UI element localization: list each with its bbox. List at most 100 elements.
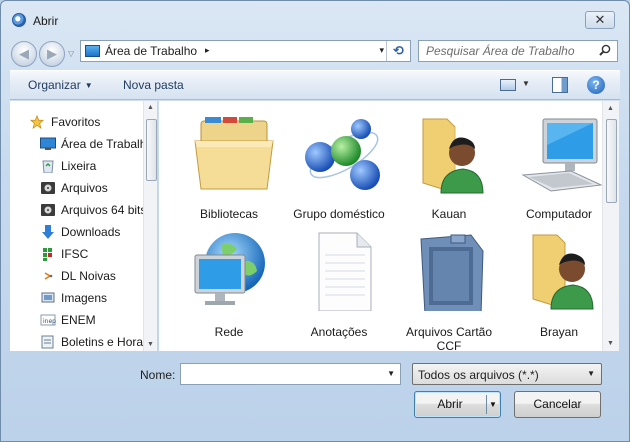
sidebar-item-downloads[interactable]: Downloads bbox=[10, 221, 144, 243]
sidebar-item-label: Favoritos bbox=[51, 115, 101, 129]
back-arrow-icon: ◀ bbox=[19, 46, 29, 61]
star-icon bbox=[29, 115, 45, 129]
sidebar-item-arquivos-64-bits[interactable]: Arquivos 64 bits bbox=[10, 199, 144, 221]
search-input[interactable]: Pesquisar Área de Trabalho bbox=[418, 40, 618, 62]
sidebar-item-label: Lixeira bbox=[61, 159, 97, 173]
file-item-label: Arquivos Cartão CCF bbox=[405, 325, 493, 351]
new-folder-button[interactable]: Nova pasta bbox=[123, 78, 184, 92]
file-name-dropdown-icon[interactable]: ▼ bbox=[387, 369, 395, 378]
drive-icon bbox=[41, 182, 55, 194]
help-icon[interactable]: ? bbox=[587, 76, 605, 94]
file-item-arquivos-cartao-ccf[interactable]: Arquivos Cartão CCF bbox=[394, 231, 504, 351]
sidebar-item-label: Downloads bbox=[61, 225, 121, 239]
sidebar-item-label: Imagens bbox=[61, 291, 108, 305]
refresh-icon: ⟲ bbox=[393, 43, 404, 58]
file-name-input[interactable]: ▼ bbox=[180, 363, 401, 385]
file-item-label: Bibliotecas bbox=[199, 207, 259, 221]
file-item-anotacoes[interactable]: Anotações bbox=[284, 231, 394, 346]
forward-arrow-icon: ▶ bbox=[47, 46, 57, 61]
sidebar-item-label: DL Noivas bbox=[61, 269, 116, 283]
preview-pane-icon[interactable] bbox=[552, 77, 568, 93]
cancel-button[interactable]: Cancelar bbox=[514, 391, 601, 418]
navigation-scrollbar[interactable]: ▲ ▼ bbox=[143, 101, 157, 351]
address-bar[interactable]: Área de Trabalho ▸ ▾ ⟲ bbox=[80, 40, 411, 62]
organize-arrow-icon: ▼ bbox=[84, 81, 93, 90]
drive-icon bbox=[41, 204, 55, 216]
forward-button[interactable]: ▶ bbox=[39, 41, 65, 67]
sidebar-item-enem[interactable]: inep ENEM bbox=[10, 309, 144, 331]
file-item-label: Anotações bbox=[310, 325, 368, 339]
search-placeholder: Pesquisar Área de Trabalho bbox=[426, 44, 575, 58]
scrollbar-thumb[interactable] bbox=[146, 119, 157, 181]
file-item-brayan[interactable]: Brayan bbox=[504, 231, 614, 346]
search-icon[interactable] bbox=[599, 44, 611, 56]
sidebar-item-label: Área de Trabalho bbox=[61, 137, 144, 151]
change-view-icon[interactable] bbox=[500, 79, 516, 91]
shortcut-icon bbox=[44, 272, 53, 280]
sidebar-item-imagens[interactable]: Imagens bbox=[10, 287, 144, 309]
sidebar-item-label: ENEM bbox=[61, 313, 96, 327]
desktop-icon bbox=[40, 137, 56, 150]
open-options-arrow-icon[interactable]: ▼ bbox=[489, 392, 497, 417]
scroll-up-icon[interactable]: ▲ bbox=[607, 105, 614, 112]
sidebar-item-favoritos[interactable]: Favoritos bbox=[10, 111, 144, 133]
scroll-down-icon[interactable]: ▼ bbox=[147, 341, 154, 348]
file-item-kauan[interactable]: Kauan bbox=[394, 115, 504, 230]
view-options-arrow-icon[interactable]: ▼ bbox=[522, 79, 530, 88]
breadcrumb-chevron-icon[interactable]: ▸ bbox=[205, 45, 210, 56]
images-icon bbox=[41, 292, 55, 303]
file-item-label: Kauan bbox=[431, 207, 467, 221]
file-type-select[interactable]: Todos os arquivos (*.*) ▼ bbox=[412, 363, 602, 385]
scrollbar-thumb[interactable] bbox=[606, 119, 617, 203]
user-folder-icon bbox=[422, 118, 484, 194]
file-item-rede[interactable]: Rede bbox=[174, 231, 284, 346]
sidebar-item-area-de-trabalho[interactable]: Área de Trabalho bbox=[10, 133, 144, 155]
file-type-dropdown-icon: ▼ bbox=[587, 369, 595, 378]
memory-card-icon bbox=[420, 234, 484, 311]
close-button[interactable]: ✕ bbox=[585, 11, 615, 29]
sidebar-item-arquivos[interactable]: Arquivos bbox=[10, 177, 144, 199]
libraries-icon bbox=[194, 117, 274, 190]
scroll-down-icon[interactable]: ▼ bbox=[607, 340, 614, 347]
recent-locations-icon[interactable]: ▽ bbox=[68, 49, 74, 58]
file-item-bibliotecas[interactable]: Bibliotecas bbox=[174, 115, 284, 230]
split-divider bbox=[486, 395, 487, 414]
organize-label: Organizar bbox=[28, 78, 81, 92]
scroll-up-icon[interactable]: ▲ bbox=[147, 104, 154, 111]
window-title: Abrir bbox=[33, 14, 59, 28]
enem-icon: inep bbox=[40, 314, 56, 326]
address-dropdown-icon[interactable]: ▾ bbox=[379, 45, 384, 56]
app-icon bbox=[12, 13, 26, 27]
file-item-label: Grupo doméstico bbox=[293, 207, 385, 221]
back-button[interactable]: ◀ bbox=[11, 41, 37, 67]
command-bar: Organizar ▼ Nova pasta ▼ ? bbox=[10, 70, 620, 100]
open-button-label: Abrir bbox=[437, 397, 463, 411]
title-bar: Abrir ✕ bbox=[1, 1, 629, 35]
sidebar-item-label: Arquivos bbox=[61, 181, 108, 195]
sidebar-item-boletins-e-hora[interactable]: Boletins e Hora bbox=[10, 331, 144, 351]
file-item-grupo-domestico[interactable]: Grupo doméstico bbox=[284, 115, 394, 230]
computer-icon bbox=[521, 118, 603, 192]
sidebar-item-label: Boletins e Hora bbox=[61, 335, 144, 349]
download-icon bbox=[42, 225, 54, 239]
homegroup-icon bbox=[305, 119, 380, 190]
organize-button[interactable]: Organizar ▼ bbox=[28, 78, 93, 92]
network-icon bbox=[194, 233, 265, 305]
user-folder-icon bbox=[532, 234, 594, 310]
document-icon bbox=[41, 335, 54, 349]
text-file-icon bbox=[318, 232, 372, 311]
sidebar-item-dl-noivas[interactable]: DL Noivas bbox=[10, 265, 144, 287]
sidebar-item-ifsc[interactable]: IFSC bbox=[10, 243, 144, 265]
open-button[interactable]: Abrir ▼ bbox=[414, 391, 501, 418]
file-item-computador[interactable]: Computador bbox=[504, 115, 614, 230]
ifsc-icon bbox=[43, 248, 52, 261]
refresh-button[interactable]: ⟲ bbox=[386, 41, 410, 61]
file-list: Bibliotecas Grupo doméstico Kauan Comput… bbox=[159, 101, 619, 351]
sidebar-item-lixeira[interactable]: Lixeira bbox=[10, 155, 144, 177]
address-location[interactable]: Área de Trabalho bbox=[105, 44, 197, 58]
open-dialog: Abrir ✕ ◀ ▶ ▽ Área de Trabalho ▸ ▾ ⟲ Pes… bbox=[0, 0, 630, 442]
file-type-value: Todos os arquivos (*.*) bbox=[418, 368, 539, 382]
file-list-scrollbar[interactable]: ▲ ▼ bbox=[602, 101, 619, 351]
file-item-label: Computador bbox=[525, 207, 593, 221]
navigation-pane: Favoritos Área de Trabalho Lixeira Arqui… bbox=[10, 101, 158, 351]
